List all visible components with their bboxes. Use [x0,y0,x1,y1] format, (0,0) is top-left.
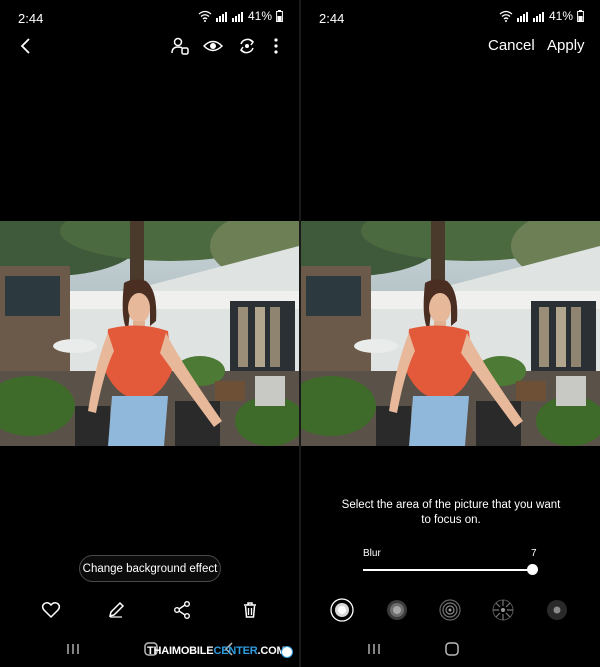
more-vertical-icon[interactable] [266,36,286,56]
viewer-toolbar [0,34,299,60]
apply-button[interactable]: Apply [547,37,585,54]
watermark-highlight: CENTER [213,645,258,657]
zoom-effect-icon[interactable] [491,598,515,622]
heart-icon[interactable] [41,600,61,620]
status-bar: 2:44 41% [0,0,299,34]
signal-icon [231,11,243,22]
photo-actions-bar [0,600,299,624]
blur-effect-icon[interactable] [330,598,354,622]
focus-instruction-text: Select the area of the picture that you … [341,499,561,526]
photo-image [0,221,299,446]
wifi-icon [499,10,513,22]
portrait-photo-editing[interactable] [301,221,600,446]
big-circle-effect-icon[interactable] [385,598,409,622]
background-effects-row [301,598,600,624]
change-background-effect-button[interactable]: Change background effect [79,555,221,582]
watermark-prefix: THAIMOBILE [147,645,214,657]
watermark-logo [281,646,293,658]
blur-slider-track[interactable] [363,569,533,571]
background-effect-editor-panel: 2:44 41% Cancel Apply Select the area of… [301,0,600,667]
rotate-refresh-icon[interactable] [237,36,257,56]
system-navigation-bar [301,638,600,662]
color-point-effect-icon[interactable] [545,598,569,622]
status-bar: 2:44 41% [301,0,600,34]
battery-icon [577,10,584,22]
change-background-effect-label: Change background effect [82,562,218,575]
pencil-icon[interactable] [106,600,126,620]
back-chevron-icon[interactable] [16,36,36,56]
photo-image [301,221,600,446]
status-time: 2:44 [319,11,345,26]
spin-effect-icon[interactable] [438,598,462,622]
recent-apps-icon[interactable] [64,640,82,658]
cancel-button[interactable]: Cancel [488,37,535,54]
battery-percent: 41% [548,9,573,23]
signal-icon [516,11,528,22]
signal-icon [215,11,227,22]
blur-value: 7 [531,548,537,559]
portrait-person-icon[interactable] [170,36,190,56]
home-icon[interactable] [443,640,461,658]
watermark-text: THAIMOBILECENTER.COM [147,645,286,657]
trash-icon[interactable] [240,600,260,620]
eye-icon[interactable] [203,36,223,56]
wifi-icon [198,10,212,22]
battery-icon [276,10,283,22]
blur-label: Blur [363,548,381,559]
portrait-photo[interactable] [0,221,299,446]
signal-icon [532,11,544,22]
recent-apps-icon[interactable] [365,640,383,658]
share-icon[interactable] [172,600,192,620]
status-time: 2:44 [18,11,44,26]
blur-slider-thumb[interactable] [527,564,538,575]
battery-percent: 41% [247,9,272,23]
gallery-view-panel: 2:44 41% Change background effect [0,0,299,667]
